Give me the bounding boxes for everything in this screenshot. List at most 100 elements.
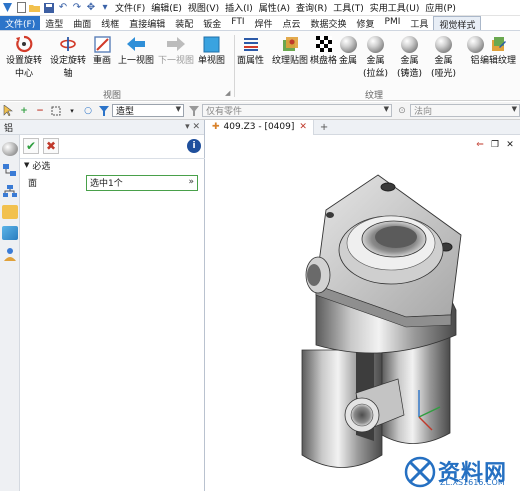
rotate-icon[interactable]: ✥: [84, 1, 98, 15]
material-sphere-icon[interactable]: [2, 142, 18, 156]
face-selection-value: 选中1个: [90, 179, 123, 189]
confirm-check-icon[interactable]: ✔: [23, 138, 39, 154]
part-cube-icon[interactable]: [2, 205, 18, 219]
menu-query[interactable]: 查询(R): [293, 1, 330, 14]
tab-data-exchange[interactable]: 数据交换: [306, 16, 352, 30]
menu-view[interactable]: 视图(V): [185, 1, 222, 14]
tab-weldment[interactable]: 焊件: [249, 16, 277, 30]
tab-direct-edit[interactable]: 直接编辑: [124, 16, 170, 30]
filter-icon[interactable]: ○: [82, 105, 94, 117]
user-icon[interactable]: [2, 247, 18, 261]
metal-matte-button[interactable]: 金属 (哑光): [431, 34, 456, 80]
action-row: ✔ ✖ i: [20, 135, 205, 157]
new-file-icon[interactable]: [14, 1, 28, 15]
group-launcher-icon[interactable]: ◢: [225, 89, 230, 97]
filter-combo[interactable]: 造型 ▼: [112, 104, 184, 117]
scope-combo[interactable]: 仅有零件 ▼: [202, 104, 392, 117]
tab-point-cloud[interactable]: 点云: [277, 16, 305, 30]
menu-application[interactable]: 应用(P): [422, 1, 458, 14]
chevron-down-icon: ▼: [383, 105, 389, 113]
redraw-button[interactable]: 重画: [92, 34, 112, 67]
previous-view-button[interactable]: 上一视图: [118, 34, 154, 67]
normal-combo[interactable]: 法向 ▼: [410, 104, 520, 117]
side-icon-strip: [0, 135, 20, 491]
menu-attribute[interactable]: 属性(A): [256, 1, 293, 14]
cursor-icon[interactable]: [2, 105, 14, 117]
button-label: (拉丝): [363, 69, 389, 79]
single-view-button[interactable]: 单视图: [198, 34, 225, 67]
face-selection-field[interactable]: 选中1个 »: [86, 174, 198, 191]
tab-surface[interactable]: 曲面: [68, 16, 96, 30]
texture-map-button[interactable]: 纹理贴图: [272, 34, 308, 67]
menu-insert[interactable]: 插入(I): [222, 1, 256, 14]
undo-icon[interactable]: ↶: [56, 1, 70, 15]
chevron-down-icon: ▼: [175, 105, 181, 113]
set-rotation-center-button[interactable]: 设置旋转 中心: [6, 34, 42, 80]
tab-repair[interactable]: 修复: [352, 16, 380, 30]
tab-assembly[interactable]: 装配: [170, 16, 198, 30]
menu-bar: ↶ ↷ ✥ ▾ 文件(F) 编辑(E) 视图(V) 插入(I) 属性(A) 查询…: [0, 0, 520, 16]
dropdown-arrow-icon[interactable]: ▾: [66, 105, 78, 117]
add-icon[interactable]: +: [18, 105, 30, 117]
window-restore-icon[interactable]: ❐: [489, 139, 501, 151]
button-label: 设置旋转: [6, 56, 43, 66]
info-icon[interactable]: i: [187, 139, 201, 153]
assembly-tree-icon[interactable]: [2, 184, 18, 198]
rotation-axis-icon: [58, 34, 78, 54]
metal-sphere-icon: [339, 35, 357, 53]
required-section-header[interactable]: ▼ 必选: [20, 158, 205, 172]
tab-sheet-metal[interactable]: 钣金: [198, 16, 226, 30]
exit-icon[interactable]: ⇐: [474, 139, 486, 151]
save-icon[interactable]: [42, 1, 56, 15]
metal-cast-button[interactable]: 金属 (铸造): [397, 34, 422, 80]
document-tab[interactable]: ✚ 409.Z3 - [0409] ✕: [206, 119, 314, 135]
history-tree-icon[interactable]: [2, 163, 18, 177]
tab-fti[interactable]: FTI: [226, 16, 249, 30]
cancel-x-icon[interactable]: ✖: [43, 138, 59, 154]
tab-modeling[interactable]: 造型: [40, 16, 68, 30]
scope-combo-value: 仅有零件: [206, 107, 243, 117]
window-close-icon[interactable]: ✕: [504, 139, 516, 151]
tab-wireframe[interactable]: 线框: [96, 16, 124, 30]
next-view-button[interactable]: 下一视图: [158, 34, 194, 67]
tab-file[interactable]: 文件(F): [0, 16, 41, 30]
open-folder-icon[interactable]: [28, 1, 42, 15]
double-chevron-down-icon[interactable]: »: [188, 177, 194, 187]
button-label: 纹理贴图: [272, 56, 309, 66]
button-label: 轴: [63, 69, 73, 79]
metal-brushed-button[interactable]: 金属 (拉丝): [363, 34, 388, 80]
redo-icon[interactable]: ↷: [70, 1, 84, 15]
button-label: 编辑纹理: [480, 56, 517, 66]
box-select-icon[interactable]: [50, 105, 62, 117]
tab-pmi[interactable]: PMI: [380, 16, 406, 30]
tab-tools[interactable]: 工具: [405, 16, 433, 30]
set-rotation-axis-button[interactable]: 设定旋转 轴: [50, 34, 86, 80]
rotation-center-icon: [14, 34, 34, 54]
quick-access-dropdown-icon[interactable]: ▾: [98, 1, 112, 15]
cad-model-render[interactable]: [206, 135, 520, 491]
face-attribute-button[interactable]: 面属性: [237, 34, 264, 67]
panel-pin-close-icon[interactable]: ▾ ✕: [185, 122, 200, 132]
button-label: 面属性: [237, 56, 265, 66]
filter-combo-value: 造型: [116, 107, 135, 117]
minus-icon[interactable]: −: [34, 105, 46, 117]
tab-visual-style[interactable]: 视觉样式: [433, 16, 482, 31]
face-field-label: 面: [28, 179, 38, 189]
part-filter-icon: [188, 105, 200, 117]
menu-file[interactable]: 文件(F): [112, 1, 148, 14]
menu-tools[interactable]: 工具(T): [330, 1, 367, 14]
new-tab-icon[interactable]: +: [320, 122, 328, 133]
menu-edit[interactable]: 编辑(E): [148, 1, 185, 14]
button-label: 金属: [400, 56, 419, 66]
view-group-label: 视图: [103, 91, 122, 101]
close-tab-icon[interactable]: ✕: [299, 122, 307, 132]
metal-button[interactable]: 金属: [338, 34, 358, 67]
edit-texture-button[interactable]: 编辑纹理: [480, 34, 516, 67]
face-attribute-icon: [241, 34, 261, 54]
menu-utility-tools[interactable]: 实用工具(U): [367, 1, 423, 14]
view-manager-icon[interactable]: [2, 226, 18, 240]
checkerboard-button[interactable]: 棋盘格: [310, 34, 337, 67]
button-label: (铸造): [397, 69, 423, 79]
metal-matte-sphere-icon: [435, 35, 453, 53]
3d-viewport[interactable]: ⇐ ❐ ✕: [206, 135, 520, 491]
